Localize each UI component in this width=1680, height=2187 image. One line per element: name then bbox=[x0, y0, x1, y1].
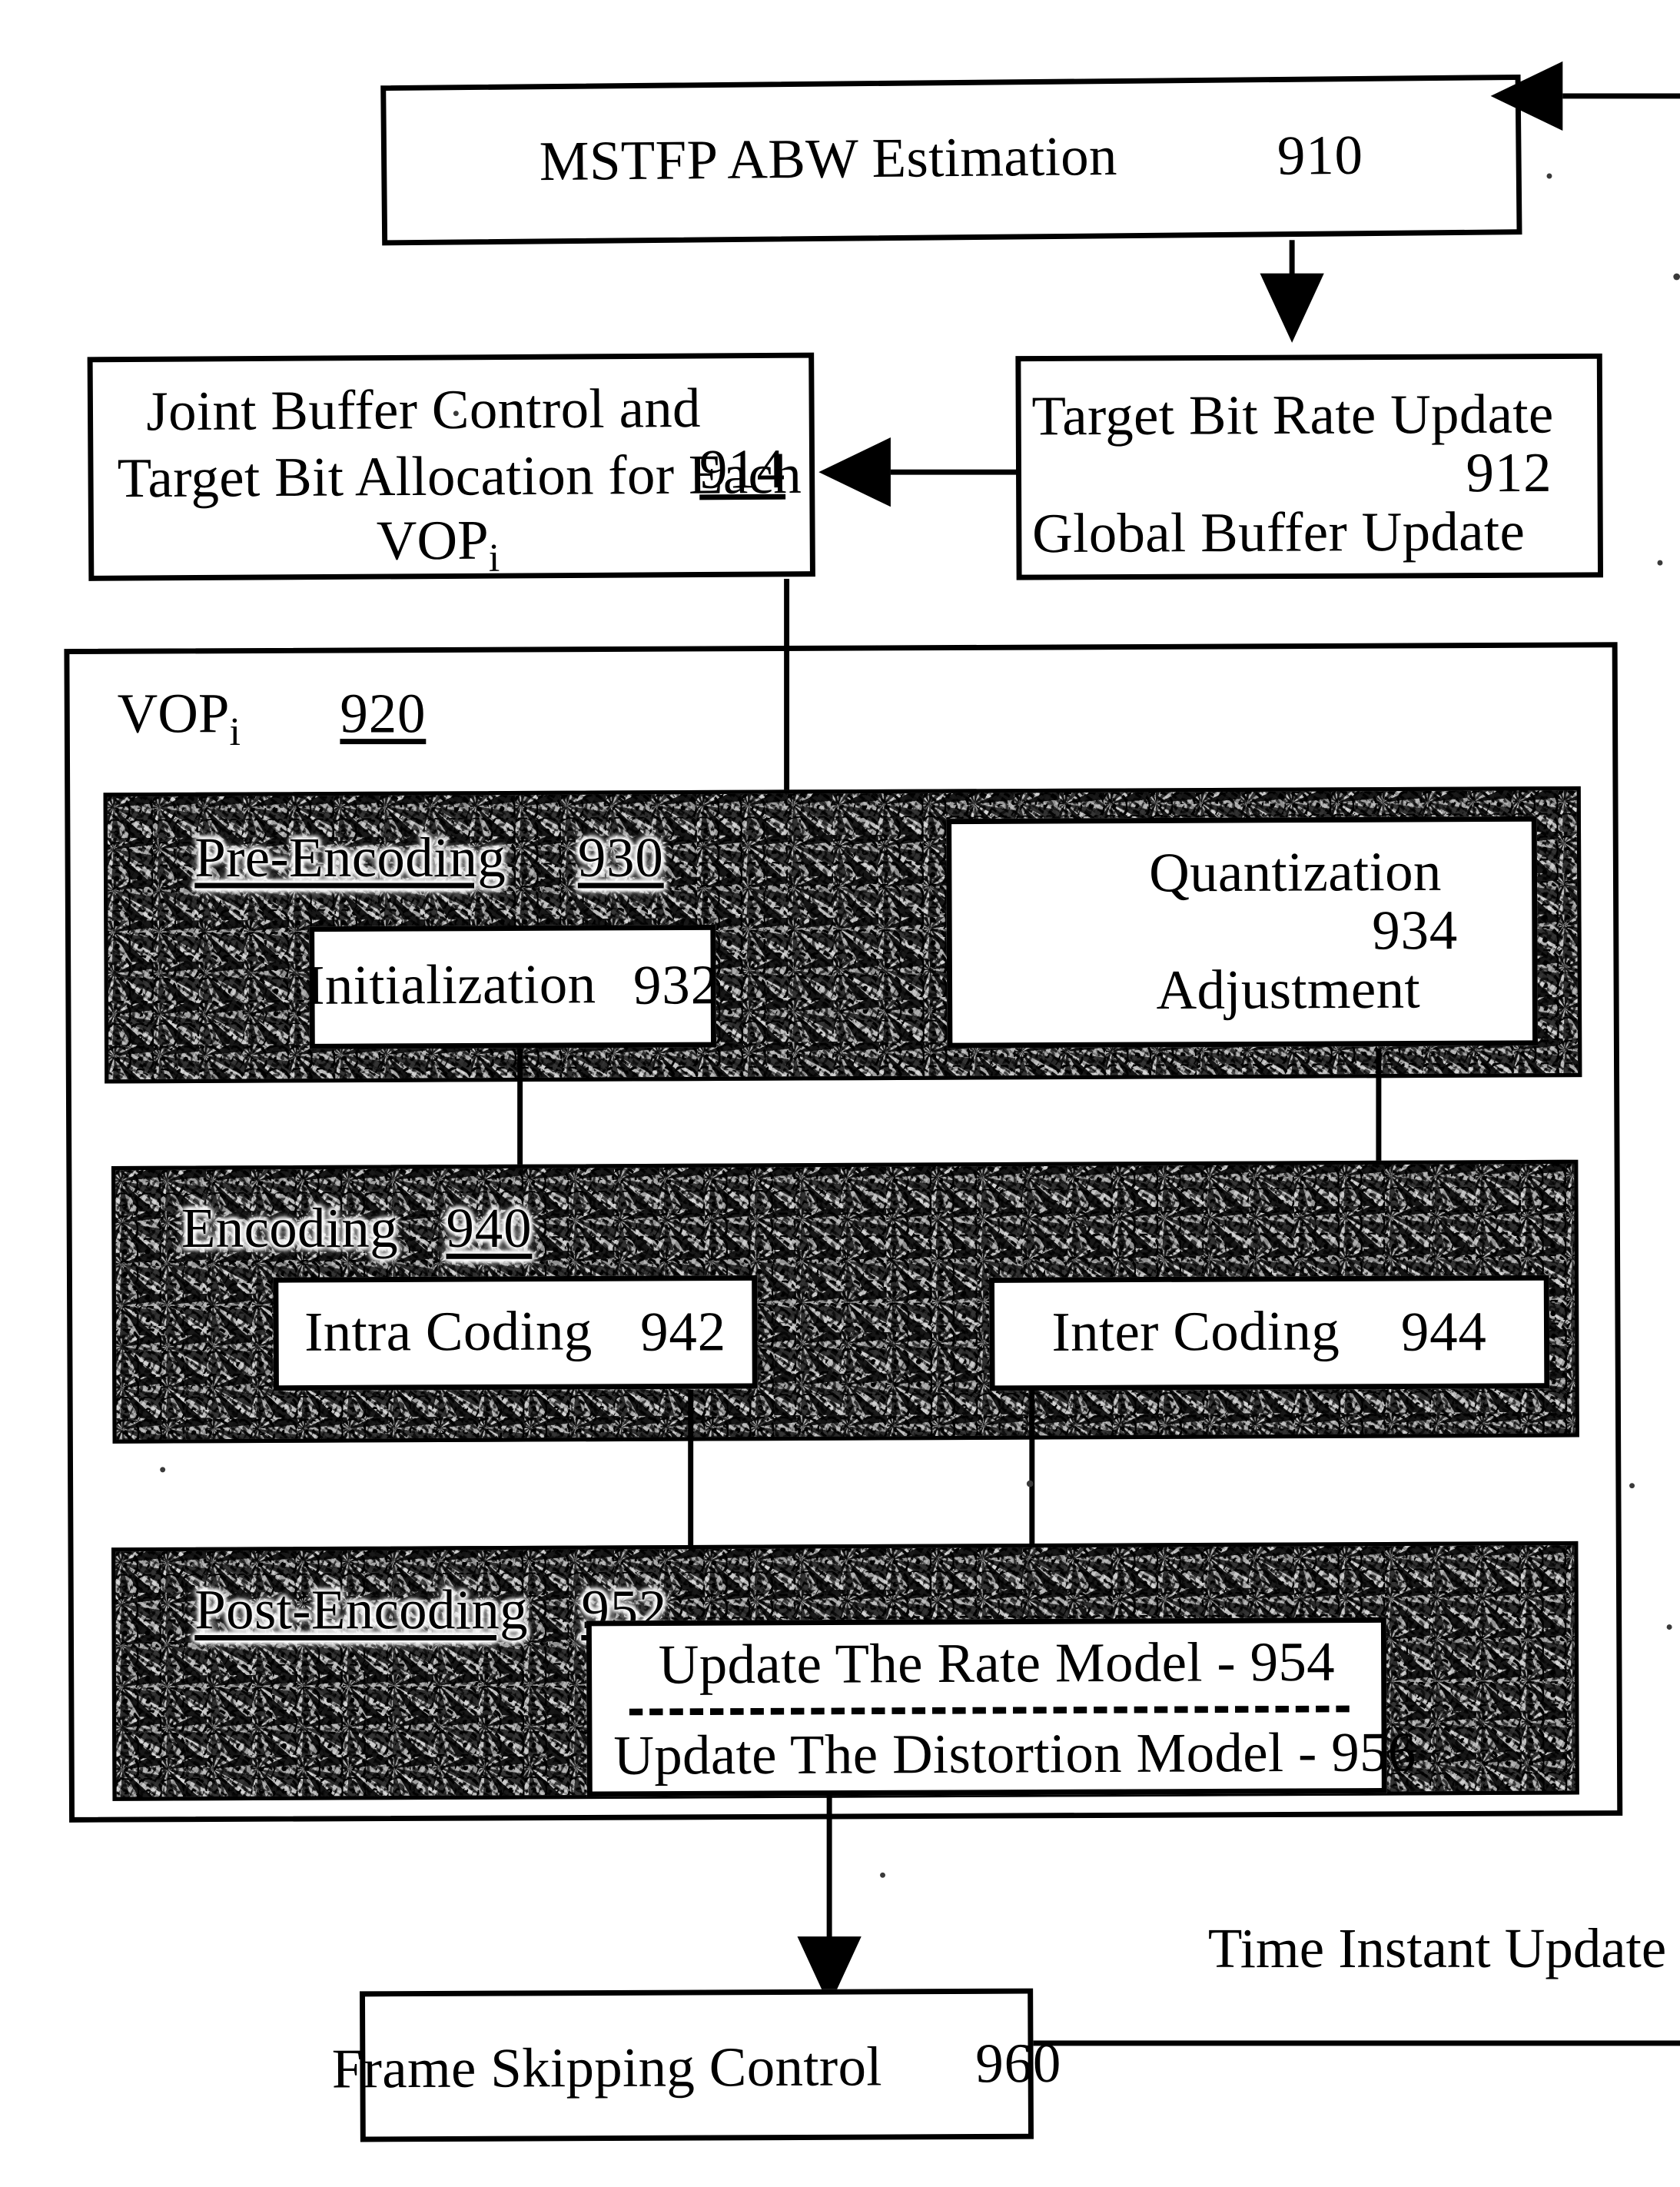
panel-930-ref: 930 bbox=[577, 828, 664, 890]
scan-speck bbox=[1657, 560, 1663, 566]
box-920-vop-subscript: i bbox=[229, 710, 241, 754]
box-joint-buffer-control: Joint Buffer Control and Target Bit Allo… bbox=[87, 352, 815, 581]
update-models-separator bbox=[629, 1705, 1350, 1716]
box-954-label: Update The Rate Model - 954 bbox=[658, 1632, 1336, 1697]
scan-speck bbox=[1026, 1480, 1034, 1487]
box-942-label: Intra Coding bbox=[304, 1301, 593, 1364]
connector-feedback-top bbox=[1562, 93, 1680, 99]
arrowhead-910-to-912 bbox=[1260, 273, 1324, 343]
box-960-label: Frame Skipping Control bbox=[331, 2036, 883, 2101]
box-910-label: MSTFP ABW Estimation bbox=[539, 126, 1118, 194]
box-920-label: VOPi bbox=[117, 683, 241, 752]
panel-940-ref: 940 bbox=[446, 1198, 533, 1261]
box-update-models: Update The Rate Model - 954 Update The D… bbox=[586, 1617, 1416, 1797]
scan-speck bbox=[453, 410, 459, 417]
panel-952-label: Post-Encoding bbox=[194, 1580, 528, 1642]
box-956-label: Update The Distortion Model - 956 bbox=[613, 1722, 1416, 1788]
connector-912-to-914 bbox=[890, 469, 1019, 475]
figure-canvas: MSTFP ABW Estimation 910 Target Bit Rate… bbox=[0, 0, 1680, 2187]
connector-feedback-bottom bbox=[1033, 2040, 1680, 2046]
box-932-label: Initialization bbox=[306, 954, 596, 1018]
box-910-ref: 910 bbox=[1277, 125, 1364, 188]
box-942-ref: 942 bbox=[639, 1301, 727, 1364]
box-mstfp-abw-estimation: MSTFP ABW Estimation 910 bbox=[380, 74, 1522, 246]
scan-speck bbox=[1629, 1483, 1635, 1489]
box-inter-coding: Inter Coding 944 bbox=[988, 1275, 1550, 1391]
box-920-vop-text: VOP bbox=[117, 684, 230, 746]
box-912-label-line2: Global Buffer Update bbox=[1032, 501, 1526, 566]
box-914-vop-text: VOP bbox=[376, 510, 489, 573]
panel-940-label-group: Encoding 940 bbox=[181, 1195, 532, 1266]
arrowhead-912-to-914 bbox=[818, 437, 891, 507]
box-914-ref: 914 bbox=[699, 439, 786, 502]
box-914-label-line1: Joint Buffer Control and bbox=[146, 378, 702, 444]
box-944-ref: 944 bbox=[1400, 1301, 1487, 1364]
box-912-ref: 912 bbox=[1466, 443, 1552, 505]
scan-speck bbox=[160, 1467, 166, 1473]
box-quantization-adjustment: Quantization 934 Adjustment bbox=[946, 816, 1539, 1049]
box-initialization: Initialization 932 bbox=[306, 924, 720, 1049]
panel-930-label: Pre-Encoding bbox=[194, 828, 506, 890]
scan-speck bbox=[1673, 273, 1680, 281]
box-intra-coding: Intra Coding 942 bbox=[273, 1275, 758, 1391]
box-frame-skipping-control: Frame Skipping Control 960 bbox=[332, 1988, 1061, 2142]
feedback-loop-label: Time Instant Update bbox=[1207, 1919, 1667, 1981]
box-934-ref: 934 bbox=[1372, 900, 1459, 962]
scan-speck bbox=[1546, 173, 1552, 179]
scan-speck bbox=[1666, 1624, 1672, 1630]
arrowhead-feedback-to-910 bbox=[1490, 61, 1563, 131]
box-934-label-line2: Adjustment bbox=[1156, 959, 1421, 1022]
box-944-label: Inter Coding bbox=[1051, 1301, 1340, 1364]
box-914-vop-subscript: i bbox=[488, 536, 500, 581]
box-914-label-line3: VOPi bbox=[376, 509, 500, 580]
box-932-ref: 932 bbox=[632, 955, 720, 1018]
scan-speck bbox=[880, 1872, 885, 1878]
panel-940-label: Encoding bbox=[181, 1198, 399, 1261]
box-target-bit-rate-update: Target Bit Rate Update 912 Global Buffer… bbox=[1015, 353, 1604, 580]
panel-930-label-group: Pre-Encoding 930 bbox=[194, 824, 663, 896]
box-920-ref: 920 bbox=[340, 684, 427, 746]
